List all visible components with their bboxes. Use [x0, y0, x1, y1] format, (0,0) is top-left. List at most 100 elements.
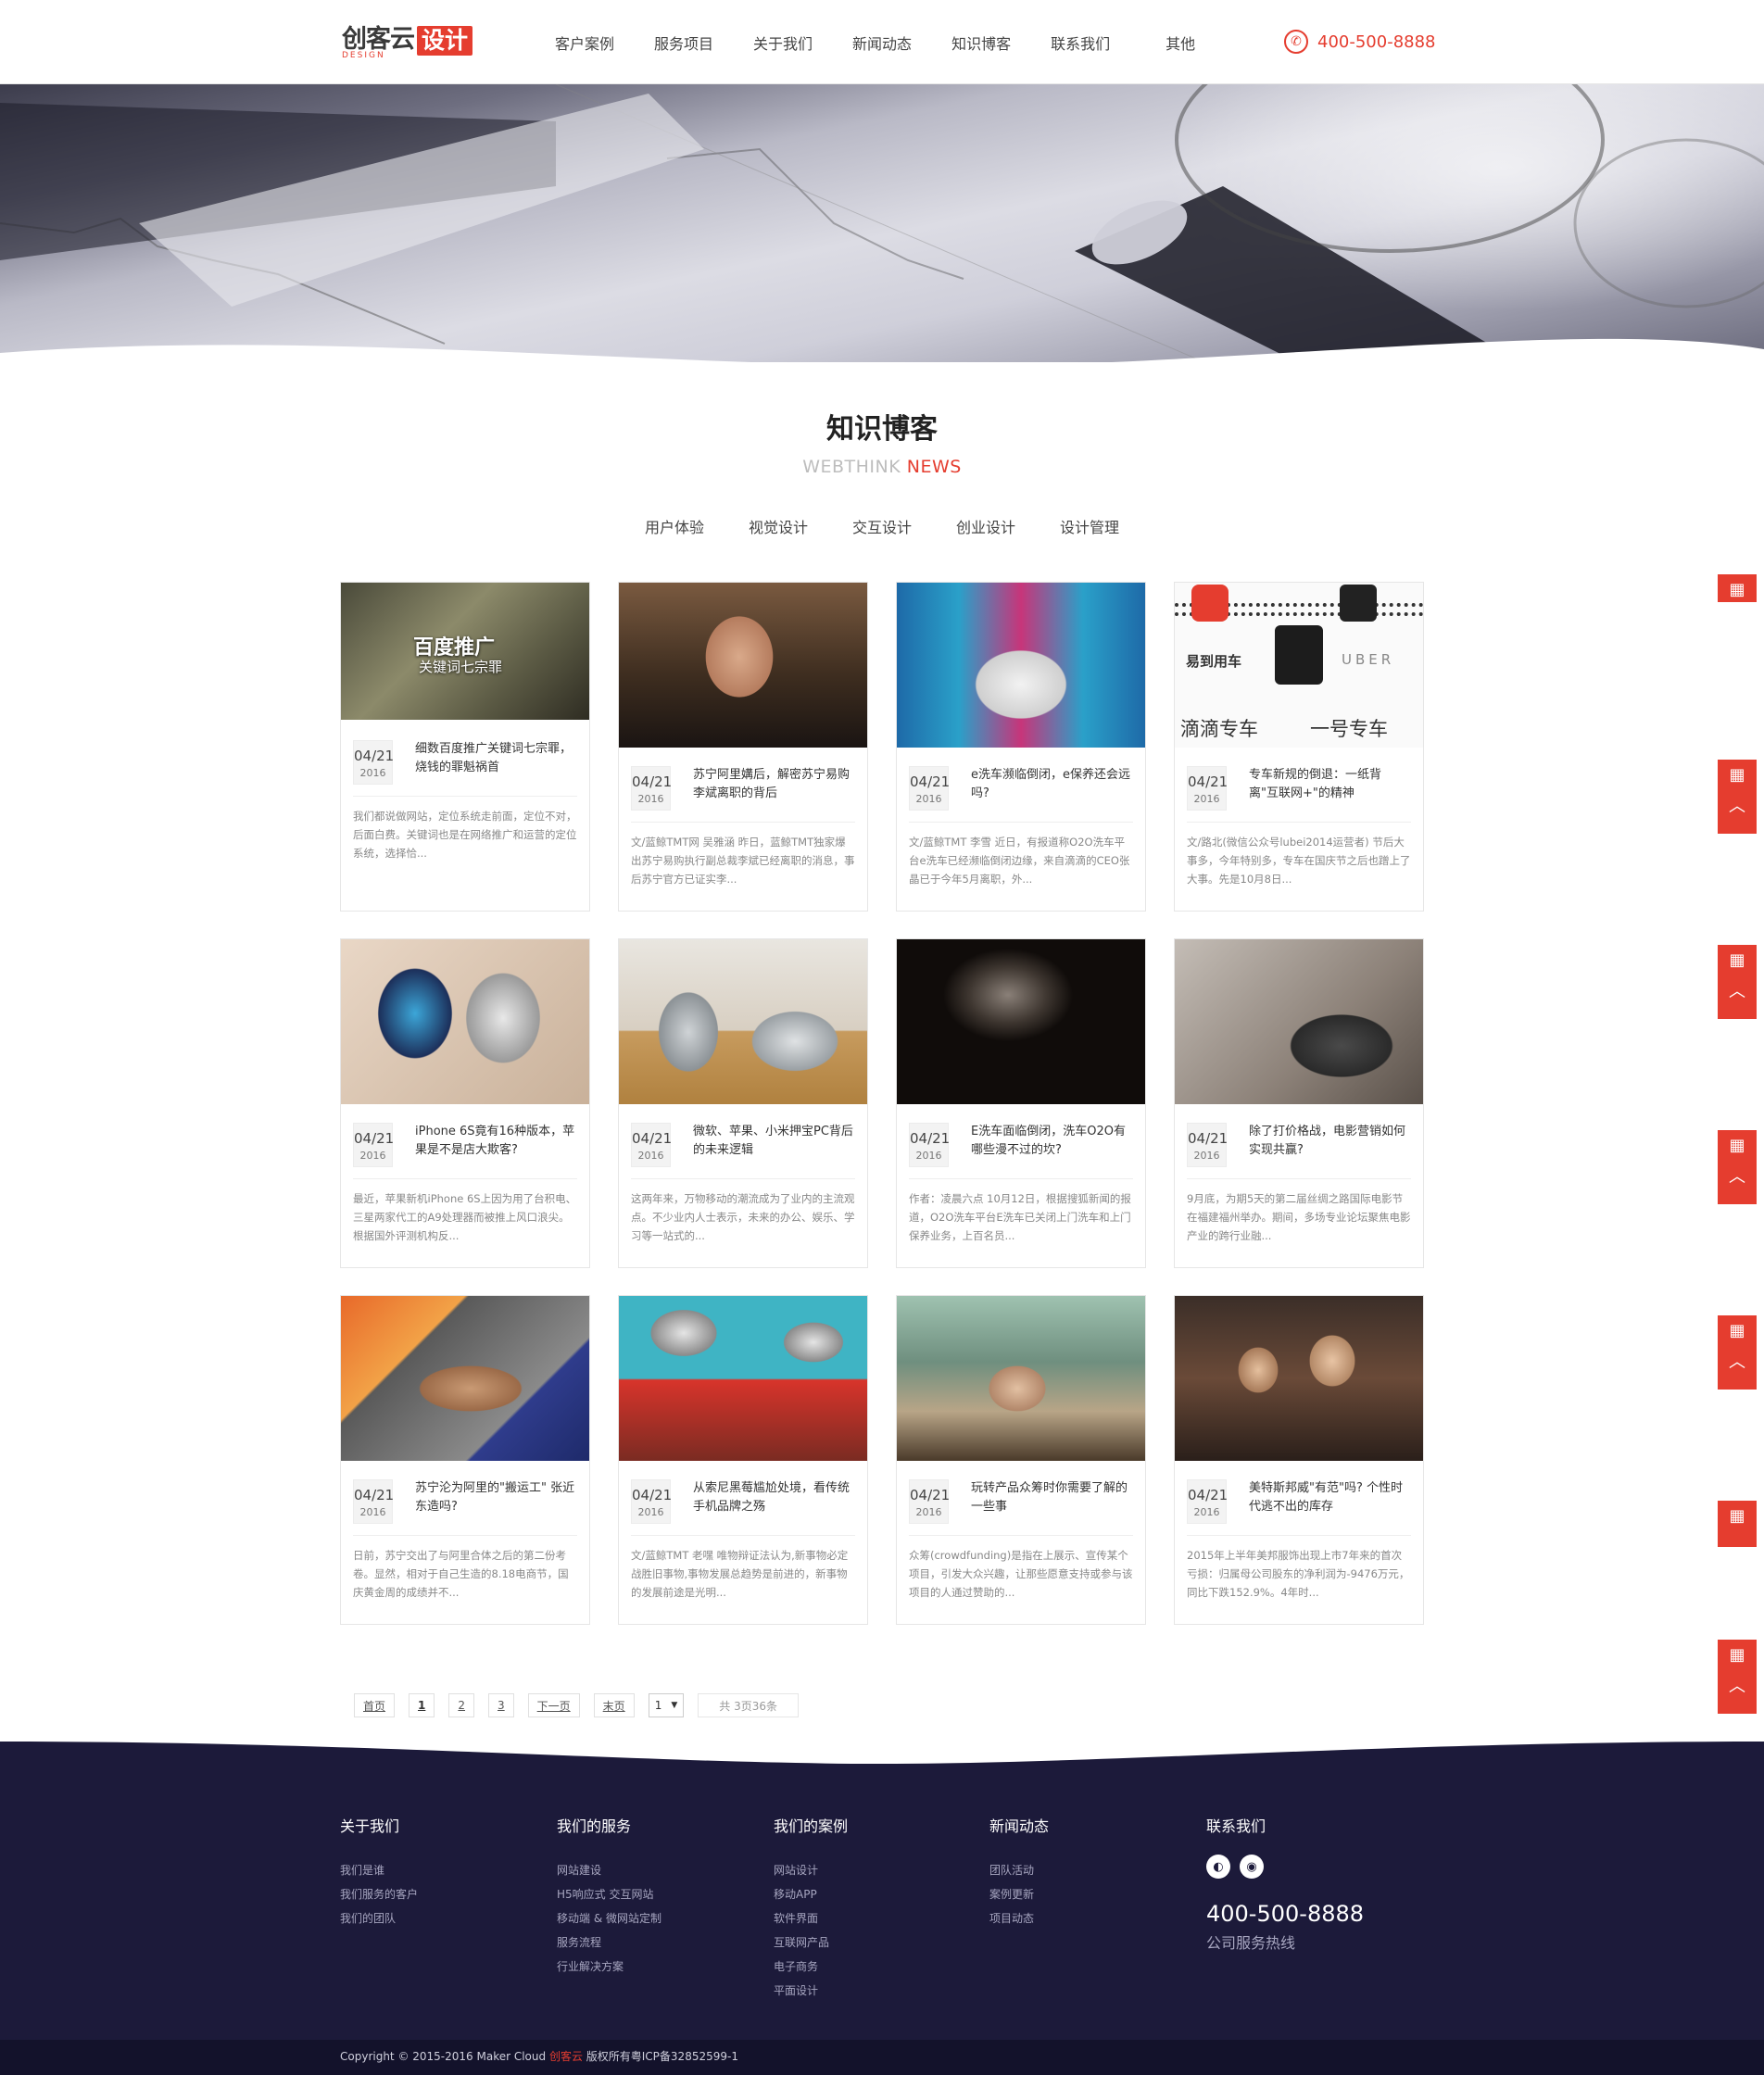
weibo-icon[interactable]: ◉ — [1240, 1855, 1264, 1879]
tab-interaction-design[interactable]: 交互设计 — [852, 515, 912, 537]
footer-link[interactable]: 案例更新 — [989, 1882, 1049, 1906]
footer — [0, 1742, 1764, 2040]
tab-user-experience[interactable]: 用户体验 — [645, 515, 704, 537]
footer-link[interactable]: 电子商务 — [774, 1955, 848, 1979]
side-qr-tab[interactable]: ▦ — [1718, 1501, 1757, 1547]
page-2-button[interactable]: 2 — [448, 1693, 475, 1717]
footer-link[interactable]: 网站设计 — [774, 1858, 848, 1882]
post-date-day: 04/21 — [1188, 773, 1228, 790]
post-date-year: 2016 — [359, 767, 386, 779]
section-title: 知识博客 — [826, 413, 938, 446]
page: 创客云 DESIGN 设计 客户案例 服务项目 关于我们 新闻动态 知识博客 联… — [0, 0, 1764, 2075]
side-qr-top-tab[interactable]: ▦ ︿ — [1718, 1640, 1757, 1714]
nav-about[interactable]: 关于我们 — [753, 31, 813, 54]
post-title[interactable]: e洗车濒临倒闭，e保养还会远吗? — [971, 766, 1132, 803]
post-card[interactable]: 易到用车 UBER 滴滴专车 一号专车 04/21 2016 专车新规的倒退：一纸… — [1174, 582, 1424, 912]
chevron-up-icon: ︿ — [1729, 797, 1745, 816]
post-date: 04/21 2016 — [1187, 766, 1228, 811]
post-date-year: 2016 — [915, 793, 942, 805]
wechat-icon[interactable]: ◐ — [1206, 1855, 1230, 1879]
post-title[interactable]: iPhone 6S竟有16种版本，苹果是不是店大欺客? — [415, 1123, 576, 1160]
page-info: 共 3页36条 — [698, 1693, 799, 1717]
post-card[interactable]: 04/21 2016 e洗车濒临倒闭，e保养还会远吗? 文/蓝鲸TMT 李雪 近日… — [896, 582, 1146, 912]
post-card[interactable]: 百度推广 关键词七宗罪 04/21 2016 细数百度推广关键词七宗罪，烧钱的罪魁… — [340, 582, 590, 912]
page-first-button[interactable]: 首页 — [354, 1693, 396, 1717]
post-card[interactable]: 04/21 2016 美特斯邦威"有范"吗? 个性时代逃不出的库存 2015年上半… — [1174, 1295, 1424, 1625]
chevron-up-icon: ︿ — [1729, 982, 1745, 1001]
post-title[interactable]: 细数百度推广关键词七宗罪，烧钱的罪魁祸首 — [415, 740, 576, 777]
page-1-button[interactable]: 1 — [409, 1693, 435, 1717]
post-card[interactable]: 04/21 2016 从索尼黑莓尴尬处境，看传统手机品牌之殇 文/蓝鲸TMT 老嘿… — [618, 1295, 868, 1625]
tab-startup-design[interactable]: 创业设计 — [956, 515, 1015, 537]
page-3-button[interactable]: 3 — [488, 1693, 514, 1717]
post-card[interactable]: 04/21 2016 E洗车面临倒闭，洗车O2O有哪些漫不过的坎? 作者：凌晨六点… — [896, 938, 1146, 1268]
post-title[interactable]: 除了打价格战，电影营销如何实现共赢? — [1249, 1123, 1410, 1160]
nav-news[interactable]: 新闻动态 — [852, 31, 912, 54]
footer-link[interactable]: 项目动态 — [989, 1906, 1049, 1930]
footer-link[interactable]: 网站建设 — [557, 1858, 662, 1882]
post-date-year: 2016 — [637, 1506, 664, 1518]
nav-cases[interactable]: 客户案例 — [555, 31, 614, 54]
post-title[interactable]: 专车新规的倒退：一纸背离"互联网+"的精神 — [1249, 766, 1410, 803]
side-qr-top-tab[interactable]: ▦ ︿ — [1718, 1315, 1757, 1390]
footer-link[interactable]: 平面设计 — [774, 1979, 848, 2003]
footer-link[interactable]: 软件界面 — [774, 1906, 848, 1930]
post-thumbnail — [619, 939, 867, 1104]
tab-visual-design[interactable]: 视觉设计 — [749, 515, 808, 537]
footer-link[interactable]: 移动端 & 微网站定制 — [557, 1906, 662, 1930]
post-title[interactable]: 从索尼黑莓尴尬处境，看传统手机品牌之殇 — [693, 1479, 854, 1516]
page-next-button[interactable]: 下一页 — [527, 1693, 580, 1717]
post-thumbnail: 易到用车 UBER 滴滴专车 一号专车 — [1175, 583, 1423, 748]
footer-link[interactable]: 我们服务的客户 — [340, 1882, 418, 1906]
side-qr-top-tab[interactable]: ▦ ︿ — [1718, 1130, 1757, 1204]
page-select[interactable]: 1 ▼ — [648, 1693, 685, 1717]
post-excerpt: 文/蓝鲸TMT网 吴雅涵 昨日，蓝鲸TMT独家爆出苏宁易购执行副总裁李斌已经离职… — [631, 836, 855, 886]
post-title[interactable]: 微软、苹果、小米押宝PC背后的未来逻辑 — [693, 1123, 854, 1160]
footer-link[interactable]: 互联网产品 — [774, 1930, 848, 1955]
post-title[interactable]: 苏宁阿里媾后，解密苏宁易购李斌离职的背后 — [693, 766, 854, 803]
post-date-day: 04/21 — [632, 1487, 673, 1503]
nav-services[interactable]: 服务项目 — [654, 31, 713, 54]
nav-contact[interactable]: 联系我们 — [1051, 31, 1110, 54]
post-card[interactable]: 04/21 2016 iPhone 6S竟有16种版本，苹果是不是店大欺客? 最近… — [340, 938, 590, 1268]
post-thumbnail — [1175, 939, 1423, 1104]
side-qr-top-tab[interactable]: ▦ ︿ — [1718, 945, 1757, 1019]
divider — [909, 822, 1133, 823]
header-phone[interactable]: ✆ 400-500-8888 — [1284, 30, 1436, 54]
nav-other[interactable]: 其他 — [1166, 31, 1195, 54]
footer-link[interactable]: H5响应式 交互网站 — [557, 1882, 662, 1906]
side-qr-top-tab[interactable]: ▦ ︿ — [1718, 760, 1757, 834]
logo[interactable]: 创客云 DESIGN 设计 — [342, 26, 473, 60]
footer-link[interactable]: 行业解决方案 — [557, 1955, 662, 1979]
tab-design-management[interactable]: 设计管理 — [1060, 515, 1119, 537]
pagination: 首页 1 2 3 下一页 末页 1 ▼ 共 3页36条 — [354, 1693, 799, 1717]
post-card[interactable]: 04/21 2016 苏宁沦为阿里的"搬运工" 张近东造吗? 日前，苏宁交出了与阿… — [340, 1295, 590, 1625]
divider — [909, 1535, 1133, 1536]
page-last-button[interactable]: 末页 — [593, 1693, 635, 1717]
footer-link[interactable]: 移动APP — [774, 1882, 848, 1906]
post-card[interactable]: 04/21 2016 除了打价格战，电影营销如何实现共赢? 9月底，为期5天的第二… — [1174, 938, 1424, 1268]
footer-col-contact: 联系我们 ◐ ◉ 400-500-8888 公司服务热线 — [1206, 1814, 1364, 1953]
footer-link[interactable]: 我们的团队 — [340, 1906, 418, 1930]
post-date-day: 04/21 — [354, 1130, 395, 1147]
post-title[interactable]: 美特斯邦威"有范"吗? 个性时代逃不出的库存 — [1249, 1479, 1410, 1516]
post-date-year: 2016 — [1193, 1150, 1220, 1162]
post-title[interactable]: 玩转产品众筹时你需要了解的一些事 — [971, 1479, 1132, 1516]
footer-phone: 400-500-8888 — [1206, 1901, 1365, 1927]
post-card[interactable]: 04/21 2016 苏宁阿里媾后，解密苏宁易购李斌离职的背后 文/蓝鲸TMT网 … — [618, 582, 868, 912]
nav-blog[interactable]: 知识博客 — [951, 31, 1011, 54]
post-card[interactable]: 04/21 2016 玩转产品众筹时你需要了解的一些事 众筹(crowdfundi… — [896, 1295, 1146, 1625]
post-title[interactable]: E洗车面临倒闭，洗车O2O有哪些漫不过的坎? — [971, 1123, 1132, 1160]
thumb-subtitle: 关键词七宗罪 — [419, 659, 503, 675]
post-card[interactable]: 04/21 2016 微软、苹果、小米押宝PC背后的未来逻辑 这两年来，万物移动的… — [618, 938, 868, 1268]
side-qr-tab[interactable]: ▦ — [1718, 574, 1757, 602]
footer-link[interactable]: 服务流程 — [557, 1930, 662, 1955]
footer-wave — [0, 1740, 1764, 1764]
post-excerpt: 作者：凌晨六点 10月12日，根据搜狐新闻的报道，O2O洗车平台E洗车已关闭上门… — [909, 1192, 1131, 1242]
logo-text: 创客云 DESIGN — [342, 26, 415, 60]
main-nav: 客户案例 服务项目 关于我们 新闻动态 知识博客 联系我们 其他 — [555, 31, 1235, 54]
post-title[interactable]: 苏宁沦为阿里的"搬运工" 张近东造吗? — [415, 1479, 576, 1516]
footer-link[interactable]: 团队活动 — [989, 1858, 1049, 1882]
footer-link[interactable]: 我们是谁 — [340, 1858, 418, 1882]
padlock-icon — [1275, 625, 1323, 685]
